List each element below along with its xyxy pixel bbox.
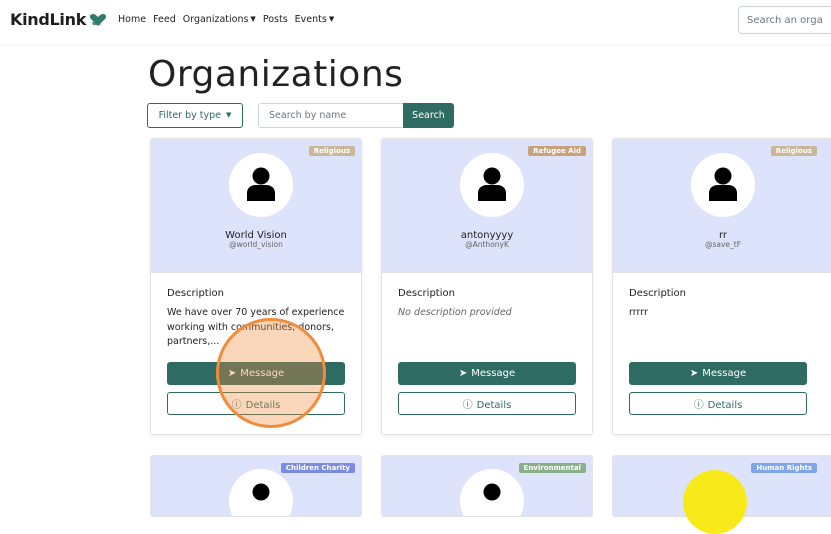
user-icon bbox=[247, 167, 275, 201]
message-label: Message bbox=[702, 368, 747, 379]
send-icon: ➤ bbox=[458, 368, 468, 379]
org-type-badge: Human Rights bbox=[751, 463, 817, 473]
org-handle: @AnthonyK bbox=[465, 240, 509, 249]
org-type-badge: Children Charity bbox=[280, 463, 355, 473]
nav-links: Home Feed Organizations ▼ Posts Events ▼ bbox=[118, 14, 334, 25]
details-label: Details bbox=[245, 400, 281, 411]
org-card: Religious World Vision @world_vision Des… bbox=[150, 138, 362, 435]
user-icon bbox=[478, 167, 506, 201]
message-label: Message bbox=[240, 368, 285, 379]
org-handle: @save_tF bbox=[704, 240, 742, 249]
nav-events[interactable]: Events ▼ bbox=[295, 14, 335, 25]
details-button[interactable]: ⓘ Details bbox=[398, 392, 576, 415]
card-header: Religious World Vision @world_vision bbox=[151, 139, 361, 273]
page-title: Organizations bbox=[148, 54, 404, 95]
details-button[interactable]: ⓘ Details bbox=[629, 392, 807, 415]
org-card: Refugee Aid antonyyyy @AnthonyK Descript… bbox=[381, 138, 593, 435]
nav-feed[interactable]: Feed bbox=[153, 14, 176, 25]
nav-home[interactable]: Home bbox=[118, 14, 146, 25]
user-icon bbox=[252, 483, 270, 501]
description-label: Description bbox=[629, 288, 686, 299]
info-icon: ⓘ bbox=[693, 400, 704, 411]
description-text: rrrrr bbox=[629, 307, 648, 318]
brand-logo[interactable]: KindLink bbox=[10, 10, 107, 29]
card-header: Refugee Aid antonyyyy @AnthonyK bbox=[382, 139, 592, 273]
send-icon: ➤ bbox=[689, 368, 699, 379]
org-card: Children Charity bbox=[150, 455, 362, 517]
global-search-input[interactable] bbox=[738, 6, 831, 34]
caret-down-icon: ▼ bbox=[226, 111, 232, 119]
avatar bbox=[229, 469, 293, 516]
details-button[interactable]: ⓘ Details bbox=[167, 392, 345, 415]
details-label: Details bbox=[707, 400, 743, 411]
navbar: KindLink Home Feed Organizations ▼ Posts … bbox=[0, 0, 831, 44]
details-label: Details bbox=[476, 400, 512, 411]
info-icon: ⓘ bbox=[462, 400, 473, 411]
avatar bbox=[460, 469, 524, 516]
filter-label: Filter by type bbox=[158, 110, 222, 121]
card-header: Religious rr @save_tF bbox=[613, 139, 831, 273]
search-button[interactable]: Search bbox=[403, 103, 454, 128]
description-text: No description provided bbox=[398, 307, 512, 318]
message-button[interactable]: ➤ Message bbox=[167, 362, 345, 385]
org-card: Religious rr @save_tF Description rrrrr … bbox=[612, 138, 831, 435]
nav-organizations-label: Organizations bbox=[182, 14, 249, 25]
description-label: Description bbox=[167, 288, 224, 299]
nav-posts[interactable]: Posts bbox=[263, 14, 288, 25]
nav-organizations[interactable]: Organizations ▼ bbox=[183, 14, 256, 25]
heart-hand-icon bbox=[90, 13, 107, 26]
search-by-name-input[interactable] bbox=[258, 103, 404, 128]
message-label: Message bbox=[471, 368, 516, 379]
message-button[interactable]: ➤ Message bbox=[629, 362, 807, 385]
avatar bbox=[691, 153, 755, 217]
caret-down-icon: ▼ bbox=[250, 15, 256, 23]
avatar bbox=[460, 153, 524, 217]
org-card: Human Rights bbox=[612, 455, 831, 517]
filter-by-type-dropdown[interactable]: Filter by type ▼ bbox=[147, 103, 243, 128]
nav-events-label: Events bbox=[294, 14, 327, 25]
user-icon bbox=[483, 483, 501, 501]
org-type-badge: Environmental bbox=[518, 463, 586, 473]
send-icon: ➤ bbox=[227, 368, 237, 379]
user-icon bbox=[709, 167, 737, 201]
org-card: Environmental bbox=[381, 455, 593, 517]
org-type-badge: Religious bbox=[770, 146, 817, 156]
info-icon: ⓘ bbox=[231, 400, 242, 411]
description-text: We have over 70 years of experience work… bbox=[167, 307, 345, 347]
message-button[interactable]: ➤ Message bbox=[398, 362, 576, 385]
org-type-badge: Religious bbox=[308, 146, 355, 156]
org-type-badge: Refugee Aid bbox=[528, 146, 586, 156]
description-label: Description bbox=[398, 288, 455, 299]
brand-name: KindLink bbox=[10, 10, 87, 29]
org-handle: @world_vision bbox=[229, 240, 283, 249]
avatar bbox=[229, 153, 293, 217]
caret-down-icon: ▼ bbox=[328, 15, 335, 23]
